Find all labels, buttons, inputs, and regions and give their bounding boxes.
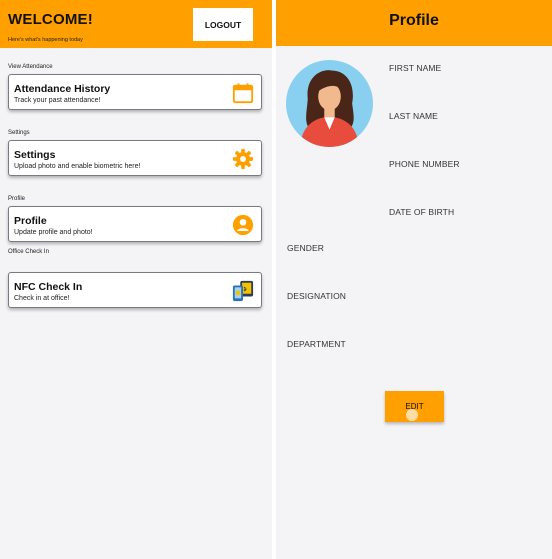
calendar-icon xyxy=(232,83,254,104)
page-title: Profile xyxy=(389,12,439,29)
card-title: NFC Check In xyxy=(14,281,83,293)
section-label-settings: Settings xyxy=(8,130,30,136)
profile-header: Profile xyxy=(276,0,552,46)
field-phone-number: PHONE NUMBER xyxy=(389,159,460,169)
card-subtitle: Check in at office! xyxy=(14,295,70,302)
nfc-icon xyxy=(232,280,254,302)
welcome-title: WELCOME! xyxy=(8,11,93,28)
logout-button[interactable]: LOGOUT xyxy=(193,8,253,41)
section-label-office-check-in: Office Check In xyxy=(8,249,49,255)
profile-card[interactable]: Profile Update profile and photo! xyxy=(8,206,262,242)
section-label-profile: Profile xyxy=(8,196,26,202)
card-subtitle: Update profile and photo! xyxy=(14,229,93,236)
welcome-subtitle: Here's what's happening today xyxy=(8,37,83,43)
settings-card[interactable]: Settings Upload photo and enable biometr… xyxy=(8,140,262,176)
field-gender: GENDER xyxy=(287,243,324,253)
field-date-of-birth: DATE OF BIRTH xyxy=(389,207,455,217)
dashboard-screen: WELCOME! Here's what's happening today L… xyxy=(0,0,272,559)
dashboard-header: WELCOME! Here's what's happening today L… xyxy=(0,0,272,48)
attendance-history-card[interactable]: Attendance History Track your past atten… xyxy=(8,74,262,110)
card-title: Settings xyxy=(14,149,56,161)
card-title: Attendance History xyxy=(14,83,111,95)
user-icon xyxy=(232,214,254,236)
touch-indicator xyxy=(406,409,418,421)
profile-screen: Profile FIRST NAME LAST NAME PHONE NUMBE… xyxy=(276,0,552,559)
gear-icon xyxy=(232,148,254,170)
card-subtitle: Upload photo and enable biometric here! xyxy=(14,163,141,170)
field-designation: DESIGNATION xyxy=(287,291,347,301)
section-label-attendance: View Attendance xyxy=(8,64,53,70)
card-title: Profile xyxy=(14,215,47,227)
field-department: DEPARTMENT xyxy=(287,339,346,349)
field-first-name: FIRST NAME xyxy=(389,63,442,73)
card-subtitle: Track your past attendance! xyxy=(14,97,101,104)
nfc-check-in-card[interactable]: NFC Check In Check in at office! xyxy=(8,272,262,308)
avatar-woman-icon[interactable] xyxy=(286,60,373,147)
field-last-name: LAST NAME xyxy=(389,111,438,121)
